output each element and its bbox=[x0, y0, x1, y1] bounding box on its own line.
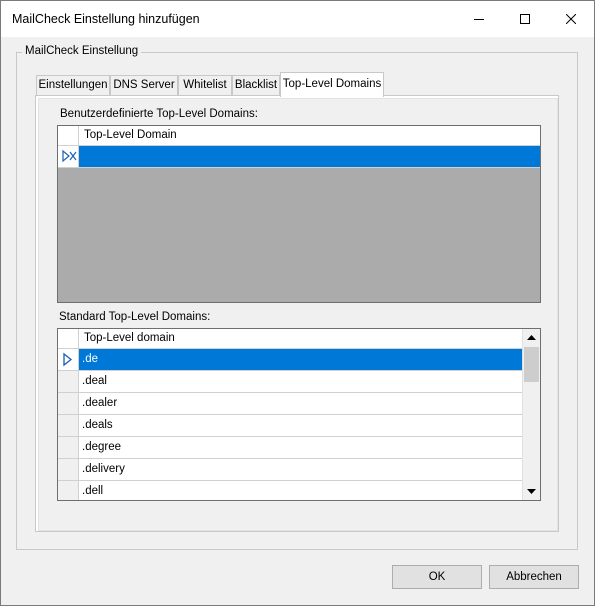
row-header[interactable] bbox=[58, 481, 79, 500]
custom-domains-grid[interactable]: Top-Level Domain bbox=[57, 125, 541, 303]
title-bar[interactable]: MailCheck Einstellung hinzufügen bbox=[1, 1, 594, 37]
tab-label: Einstellungen bbox=[38, 79, 108, 91]
table-row[interactable]: .degree bbox=[58, 437, 522, 459]
ok-button[interactable]: OK bbox=[392, 565, 482, 589]
row-header[interactable] bbox=[58, 437, 79, 458]
scrollbar-thumb[interactable] bbox=[524, 347, 539, 382]
domain-cell[interactable]: .deals bbox=[79, 415, 522, 436]
maximize-icon bbox=[520, 14, 530, 24]
close-icon bbox=[566, 14, 576, 24]
row-header-corner bbox=[58, 126, 79, 145]
custom-domains-label: Benutzerdefinierte Top-Level Domains: bbox=[60, 108, 258, 120]
scroll-down-button[interactable] bbox=[523, 483, 540, 500]
row-header[interactable] bbox=[58, 393, 79, 414]
table-row[interactable]: .delivery bbox=[58, 459, 522, 481]
new-row[interactable] bbox=[58, 146, 540, 168]
domain-cell[interactable] bbox=[79, 146, 540, 167]
domain-cell[interactable]: .delivery bbox=[79, 459, 522, 480]
standard-domains-grid[interactable]: Top-Level domain .de .deal .dealer .deal… bbox=[57, 328, 541, 501]
table-row[interactable]: .de bbox=[58, 349, 522, 371]
scroll-up-arrow-icon bbox=[527, 334, 536, 340]
grid-header: Top-Level domain bbox=[58, 329, 540, 349]
domain-cell[interactable]: .de bbox=[79, 349, 522, 370]
grid-header: Top-Level Domain bbox=[58, 126, 540, 146]
close-button[interactable] bbox=[548, 1, 594, 37]
domain-cell[interactable]: .dell bbox=[79, 481, 522, 500]
table-row[interactable]: .dell bbox=[58, 481, 522, 500]
domain-cell[interactable]: .degree bbox=[79, 437, 522, 458]
minimize-icon bbox=[474, 19, 484, 20]
table-row[interactable]: .deal bbox=[58, 371, 522, 393]
vertical-scrollbar[interactable] bbox=[522, 329, 540, 500]
tab-top-level-domains[interactable]: Top-Level Domains bbox=[280, 72, 384, 97]
row-header[interactable] bbox=[58, 349, 79, 370]
cancel-button[interactable]: Abbrechen bbox=[489, 565, 579, 589]
table-row[interactable]: .dealer bbox=[58, 393, 522, 415]
column-header-top-level-domain[interactable]: Top-Level Domain bbox=[84, 129, 177, 141]
row-header[interactable] bbox=[58, 371, 79, 392]
domain-cell[interactable]: .dealer bbox=[79, 393, 522, 414]
row-header[interactable] bbox=[58, 459, 79, 480]
current-row-indicator-icon bbox=[63, 352, 73, 367]
scroll-down-arrow-icon bbox=[527, 488, 536, 494]
row-header[interactable] bbox=[58, 146, 79, 167]
table-row[interactable]: .deals bbox=[58, 415, 522, 437]
tab-dns-server[interactable]: DNS Server bbox=[110, 75, 178, 96]
tab-panel: Benutzerdefinierte Top-Level Domains: To… bbox=[35, 95, 559, 532]
tab-einstellungen[interactable]: Einstellungen bbox=[36, 75, 110, 96]
row-header-corner bbox=[58, 329, 79, 348]
tab-label: Blacklist bbox=[234, 79, 278, 91]
tab-whitelist[interactable]: Whitelist bbox=[178, 75, 232, 96]
new-row-edit-icon bbox=[62, 149, 77, 163]
tab-content-frame: Benutzerdefinierte Top-Level Domains: To… bbox=[38, 98, 558, 531]
scroll-up-button[interactable] bbox=[523, 329, 540, 346]
tab-label: Whitelist bbox=[183, 79, 227, 91]
minimize-button[interactable] bbox=[456, 1, 502, 37]
tab-blacklist[interactable]: Blacklist bbox=[232, 75, 280, 96]
window-title: MailCheck Einstellung hinzufügen bbox=[12, 12, 200, 26]
row-header[interactable] bbox=[58, 415, 79, 436]
groupbox-legend: MailCheck Einstellung bbox=[22, 45, 142, 57]
tab-label: Top-Level Domains bbox=[282, 78, 382, 90]
tab-label: DNS Server bbox=[113, 79, 175, 91]
standard-domains-label: Standard Top-Level Domains: bbox=[59, 311, 211, 323]
column-header-top-level-domain[interactable]: Top-Level domain bbox=[84, 332, 175, 344]
maximize-button[interactable] bbox=[502, 1, 548, 37]
domain-cell[interactable]: .deal bbox=[79, 371, 522, 392]
